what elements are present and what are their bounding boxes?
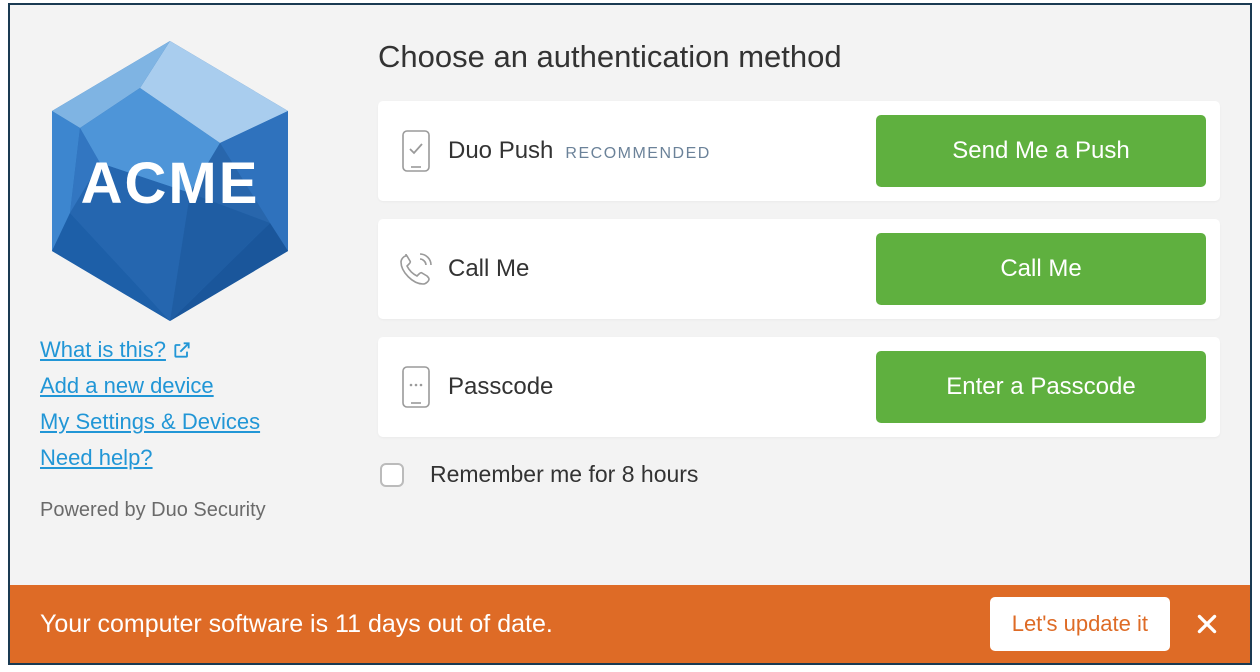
brand-logo: ACME [40, 33, 300, 323]
link-add-device[interactable]: Add a new device [40, 373, 214, 399]
call-me-button[interactable]: Call Me [876, 233, 1206, 305]
method-label: Passcode [436, 373, 876, 401]
page-title: Choose an authentication method [378, 39, 1220, 75]
update-button[interactable]: Let's update it [990, 597, 1170, 651]
powered-by-text: Powered by Duo Security [40, 499, 330, 522]
remember-me-checkbox[interactable] [380, 463, 404, 487]
help-links: What is this? Add a new device My Settin… [40, 337, 330, 471]
send-push-button[interactable]: Send Me a Push [876, 115, 1206, 187]
content-area: ACME What is this? Add a new device My [10, 5, 1250, 585]
logo-text: ACME [81, 151, 260, 216]
remember-me-label: Remember me for 8 hours [430, 461, 698, 488]
external-link-icon [172, 340, 192, 360]
method-label: Duo Push RECOMMENDED [436, 137, 876, 165]
banner-message: Your computer software is 11 days out of… [40, 610, 990, 639]
update-banner: Your computer software is 11 days out of… [10, 585, 1250, 663]
remember-me-row: Remember me for 8 hours [378, 461, 1220, 488]
enter-passcode-button[interactable]: Enter a Passcode [876, 351, 1206, 423]
method-label-text: Call Me [448, 255, 529, 283]
link-label: What is this? [40, 337, 166, 363]
phone-call-icon [396, 249, 436, 289]
method-row-passcode: Passcode Enter a Passcode [378, 337, 1220, 437]
auth-prompt-frame: ACME What is this? Add a new device My [8, 3, 1252, 665]
recommended-badge: RECOMMENDED [565, 145, 710, 163]
method-row-duo-push: Duo Push RECOMMENDED Send Me a Push [378, 101, 1220, 201]
link-need-help[interactable]: Need help? [40, 445, 153, 471]
link-what-is-this[interactable]: What is this? [40, 337, 192, 363]
passcode-icon [396, 365, 436, 409]
link-settings-devices[interactable]: My Settings & Devices [40, 409, 260, 435]
method-label: Call Me [436, 255, 876, 283]
main-panel: Choose an authentication method Duo Push… [378, 33, 1220, 575]
close-icon[interactable] [1194, 611, 1220, 637]
method-row-call-me: Call Me Call Me [378, 219, 1220, 319]
method-label-text: Duo Push [448, 137, 553, 165]
method-label-text: Passcode [448, 373, 553, 401]
sidebar: ACME What is this? Add a new device My [40, 33, 330, 575]
phone-check-icon [396, 129, 436, 173]
